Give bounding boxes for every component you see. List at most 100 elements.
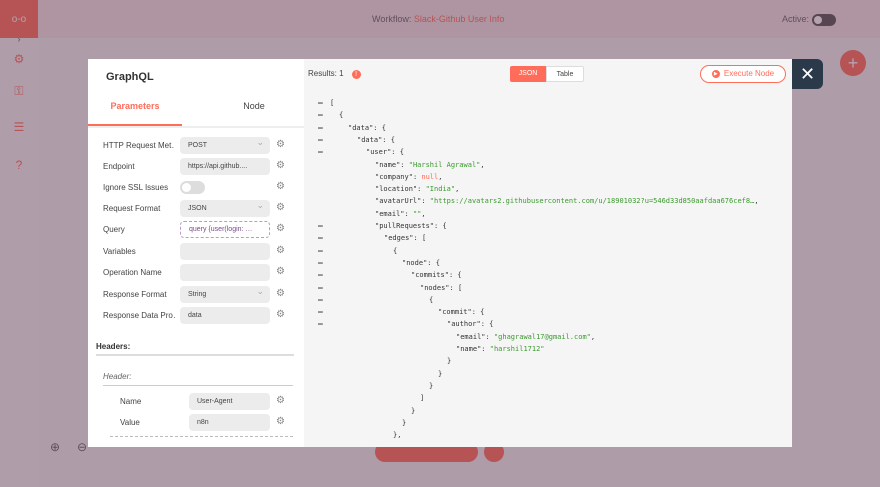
json-line: } xyxy=(438,368,442,380)
json-collapse-toggle[interactable]: – xyxy=(318,306,326,318)
json-line: { xyxy=(393,245,397,257)
json-collapse-toggle[interactable]: – xyxy=(318,146,326,158)
json-line: "data": { xyxy=(348,122,386,134)
gear-icon[interactable]: ⚙ xyxy=(276,395,285,406)
gear-icon[interactable]: ⚙ xyxy=(276,202,285,213)
param-query: Query query {user(login: … ⚙ xyxy=(103,221,293,239)
header-dashed-divider xyxy=(110,436,293,437)
json-value: { xyxy=(339,111,344,120)
gear-icon[interactable]: ⚙ xyxy=(276,181,285,192)
variables-input[interactable] xyxy=(180,243,270,260)
header-value-input[interactable]: n8n xyxy=(189,414,270,431)
json-collapse-toggle[interactable]: – xyxy=(318,245,326,257)
http-method-select[interactable]: POST xyxy=(180,137,270,154)
json-collapse-toggle[interactable]: – xyxy=(318,97,326,109)
json-value: "harshil1712" xyxy=(489,345,545,353)
gear-icon[interactable]: ⚙ xyxy=(276,245,285,256)
json-collapse-toggle[interactable]: – xyxy=(318,294,326,306)
json-line: "email": "ghagrawal17@gmail.com", xyxy=(456,331,595,343)
results-label: Results: 1 xyxy=(308,69,344,78)
param-label: Query xyxy=(103,225,125,234)
table-view-button[interactable]: Table xyxy=(546,66,584,82)
output-panel: Results: 1! JSON Table ▶ Execute Node –[–… xyxy=(304,59,792,447)
json-collapse-toggle[interactable]: – xyxy=(318,257,326,269)
tab-parameters[interactable]: Parameters xyxy=(88,97,182,126)
response-format-select[interactable]: String xyxy=(180,286,270,303)
gear-icon[interactable]: ⚙ xyxy=(276,309,285,320)
json-collapse-toggle[interactable]: – xyxy=(318,318,326,330)
gear-icon[interactable]: ⚙ xyxy=(276,288,285,299)
json-value: } xyxy=(429,381,434,390)
json-value: : { xyxy=(373,123,386,132)
request-format-select[interactable]: JSON xyxy=(180,200,270,217)
json-collapse-toggle[interactable]: – xyxy=(318,232,326,244)
json-collapse-toggle[interactable]: – xyxy=(318,282,326,294)
json-collapse-toggle[interactable]: – xyxy=(318,269,326,281)
json-key: "email" xyxy=(375,209,405,218)
json-colon: : xyxy=(485,332,494,341)
query-input[interactable]: query {user(login: … xyxy=(180,221,270,238)
json-line: "name": "harshil1712" xyxy=(456,343,545,355)
json-line: "data": { xyxy=(357,134,395,146)
json-value: { xyxy=(429,295,434,304)
param-ignore-ssl: Ignore SSL Issues ⚙ xyxy=(103,179,293,197)
endpoint-input[interactable]: https://api.github.... xyxy=(180,158,270,175)
tab-node[interactable]: Node xyxy=(212,97,296,126)
json-line: "commit": { xyxy=(438,306,484,318)
gear-icon[interactable]: ⚙ xyxy=(276,223,285,234)
json-line: }, xyxy=(393,429,401,441)
json-value: : { xyxy=(471,308,485,317)
json-comma: , xyxy=(590,332,596,341)
json-collapse-toggle[interactable]: – xyxy=(318,220,326,232)
node-title: GraphQL xyxy=(106,71,154,83)
param-label: Operation Name xyxy=(103,268,162,277)
json-value: : { xyxy=(480,320,494,329)
json-key: "email" xyxy=(456,332,486,341)
header-name-row: Name User-Agent ⚙ xyxy=(120,393,304,411)
header-name-input[interactable]: User-Agent xyxy=(189,393,270,410)
info-icon[interactable]: ! xyxy=(351,70,361,79)
play-icon: ▶ xyxy=(711,69,720,78)
close-button[interactable]: ✕ xyxy=(792,59,823,89)
param-label: Request Format xyxy=(103,204,161,213)
json-collapse-toggle[interactable]: – xyxy=(318,109,326,121)
json-key: "data" xyxy=(357,135,383,144)
json-line: [ xyxy=(330,97,334,109)
json-key: "name" xyxy=(375,160,401,169)
param-label: HTTP Request Met… xyxy=(103,141,175,150)
json-line: { xyxy=(429,294,433,306)
json-value: : { xyxy=(427,258,440,267)
json-line: "author": { xyxy=(447,318,493,330)
json-colon: : xyxy=(417,185,426,194)
gear-icon[interactable]: ⚙ xyxy=(276,139,285,150)
json-value: }, xyxy=(393,431,402,440)
json-line: "company": null, xyxy=(375,171,442,183)
json-value: ] xyxy=(420,394,425,403)
json-line: "node": { xyxy=(402,257,440,269)
param-label: Variables xyxy=(103,247,136,256)
json-line: ] xyxy=(420,392,424,404)
tab-divider xyxy=(88,126,304,128)
json-value: } xyxy=(447,357,452,366)
param-response-format: Response Format String ⚙ xyxy=(103,286,293,304)
param-endpoint: Endpoint https://api.github.... ⚙ xyxy=(103,158,293,176)
execute-node-label: Execute Node xyxy=(723,69,775,78)
json-key: "data" xyxy=(348,123,374,132)
operation-name-input[interactable] xyxy=(180,264,270,281)
param-label: Response Format xyxy=(103,290,167,299)
gear-icon[interactable]: ⚙ xyxy=(276,266,285,277)
json-view-button[interactable]: JSON xyxy=(510,66,546,82)
json-colon: : xyxy=(481,345,490,353)
json-line: "nodes": [ xyxy=(420,282,462,294)
json-value: } xyxy=(411,406,416,415)
json-collapse-toggle[interactable]: – xyxy=(318,122,326,134)
json-value: : [ xyxy=(449,283,463,292)
json-collapse-toggle[interactable]: – xyxy=(318,134,326,146)
response-data-property-input[interactable]: data xyxy=(180,307,270,324)
json-comma: , xyxy=(754,197,759,206)
json-value: null xyxy=(421,172,439,181)
execute-node-button[interactable]: ▶ Execute Node xyxy=(700,65,786,83)
gear-icon[interactable]: ⚙ xyxy=(276,160,285,171)
gear-icon[interactable]: ⚙ xyxy=(276,416,285,427)
ignore-ssl-toggle[interactable] xyxy=(180,181,205,194)
